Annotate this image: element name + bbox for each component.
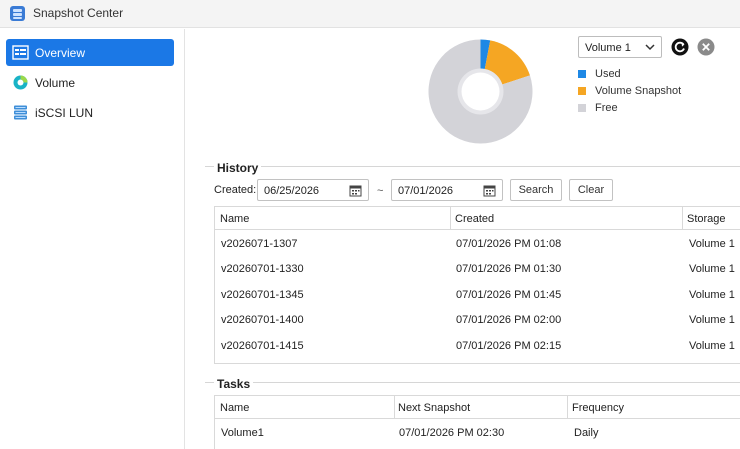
overview-icon [12, 45, 29, 60]
table-header-divider [215, 229, 740, 230]
column-header-created[interactable]: Created [455, 213, 494, 225]
created-label: Created: [214, 184, 257, 196]
sidebar-item-volume[interactable]: Volume [6, 69, 174, 96]
date-range-separator: ~ [377, 185, 384, 197]
pie-hole [461, 72, 500, 111]
legend-label: Volume Snapshot [595, 85, 682, 97]
sidebar-item-label: Overview [35, 46, 86, 60]
legend-swatch [578, 70, 586, 78]
column-divider[interactable] [394, 396, 395, 418]
cell-storage: Volume 1 [689, 238, 735, 250]
legend-swatch [578, 104, 586, 112]
cell-created: 07/01/2026 PM 01:30 [456, 263, 562, 275]
close-icon[interactable] [697, 38, 715, 56]
date-from-field[interactable]: 06/25/2026 [257, 179, 369, 201]
search-button[interactable]: Search [510, 179, 562, 201]
chevron-down-icon [645, 44, 655, 51]
column-header-name[interactable]: Name [220, 213, 249, 225]
column-header-next-snapshot[interactable]: Next Snapshot [398, 402, 470, 414]
cell-created: 07/01/2026 PM 02:15 [456, 340, 562, 352]
legend-swatch [578, 87, 586, 95]
sidebar: Overview Volume iSCSI LUN [0, 29, 185, 449]
clear-button[interactable]: Clear [569, 179, 613, 201]
title-bar: Snapshot Center [0, 0, 740, 28]
cell-storage: Volume 1 [689, 289, 735, 301]
cell-frequency: Daily [574, 427, 599, 439]
refresh-icon[interactable] [671, 38, 689, 56]
history-table: Name Created Storage v2026071-1307 07/01… [214, 206, 740, 364]
sidebar-item-iscsi-lun[interactable]: iSCSI LUN [6, 99, 174, 126]
tasks-divider [205, 382, 740, 383]
cell-next-snapshot: 07/01/2026 PM 02:30 [399, 427, 505, 439]
calendar-icon[interactable] [349, 184, 362, 197]
tasks-title: Tasks [214, 377, 254, 391]
legend-item-used: Used [578, 68, 688, 82]
cell-storage: Volume 1 [689, 314, 735, 326]
volume-select[interactable]: Volume 1 [578, 36, 662, 58]
cell-name: v20260701-1400 [221, 314, 304, 326]
legend-item-volume-snapshot: Volume Snapshot [578, 85, 688, 99]
legend-item-free: Free [578, 102, 688, 116]
sidebar-item-label: iSCSI LUN [35, 106, 94, 120]
volume-icon [13, 75, 28, 90]
cell-name: v20260701-1415 [221, 340, 304, 352]
volume-select-value: Volume 1 [585, 42, 631, 54]
cell-storage: Volume 1 [689, 263, 735, 275]
cell-created: 07/01/2026 PM 01:08 [456, 238, 562, 250]
cell-created: 07/01/2026 PM 01:45 [456, 289, 562, 301]
date-to-value: 07/01/2026 [398, 185, 454, 197]
column-divider[interactable] [450, 207, 451, 229]
legend-label: Used [595, 68, 621, 80]
snapshot-center-app-icon [10, 6, 25, 21]
sidebar-item-label: Volume [35, 76, 76, 90]
cell-storage: Volume 1 [689, 340, 735, 352]
calendar-icon[interactable] [483, 184, 496, 197]
iscsi-lun-icon [14, 105, 27, 120]
date-from-value: 06/25/2026 [264, 185, 320, 197]
column-divider[interactable] [682, 207, 683, 229]
cell-name: v20260701-1330 [221, 263, 304, 275]
legend-label: Free [595, 102, 618, 114]
history-divider [205, 166, 740, 167]
cell-name: v20260701-1345 [221, 289, 304, 301]
storage-usage-pie-chart [428, 39, 533, 144]
cell-name: Volume1 [221, 427, 264, 439]
tasks-table: Name Next Snapshot Frequency Volume1 07/… [214, 395, 740, 449]
column-header-storage[interactable]: Storage [687, 213, 726, 225]
column-header-name[interactable]: Name [220, 402, 249, 414]
date-to-field[interactable]: 07/01/2026 [391, 179, 503, 201]
cell-name: v2026071-1307 [221, 238, 298, 250]
column-divider[interactable] [567, 396, 568, 418]
history-title: History [214, 161, 262, 175]
column-header-frequency[interactable]: Frequency [572, 402, 624, 414]
sidebar-item-overview[interactable]: Overview [6, 39, 174, 66]
window-title: Snapshot Center [33, 6, 124, 20]
cell-created: 07/01/2026 PM 02:00 [456, 314, 562, 326]
table-header-divider [215, 418, 740, 419]
